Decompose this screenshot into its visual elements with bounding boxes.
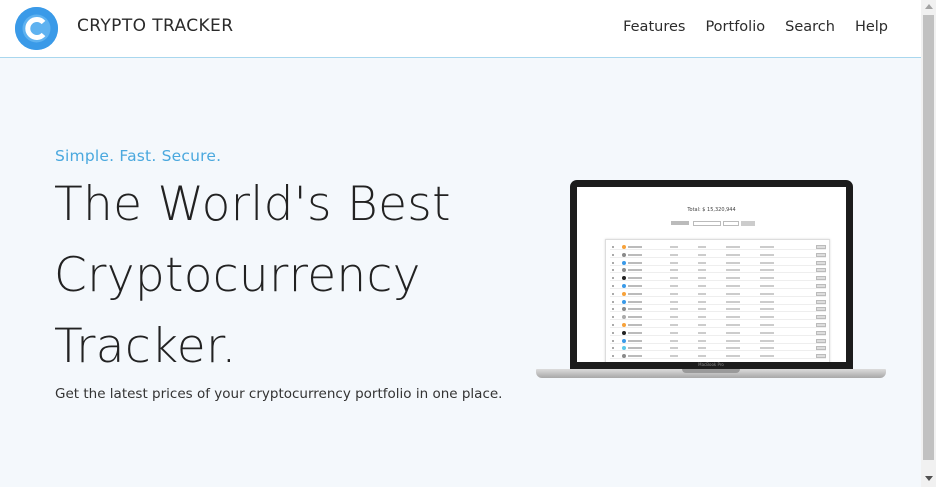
- scroll-down-arrow-icon[interactable]: [925, 476, 933, 481]
- brand-name[interactable]: CRYPTO TRACKER: [77, 16, 233, 36]
- mockup-table-row: [610, 330, 826, 336]
- mockup-total-text: Total: $ 15,320,944: [687, 207, 736, 213]
- hero-section: Simple. Fast. Secure. The World's Best C…: [0, 59, 921, 487]
- scroll-up-arrow-icon[interactable]: [925, 4, 933, 9]
- mockup-table-row: [610, 252, 826, 258]
- laptop-screen-bezel: Total: $ 15,320,944: [570, 180, 853, 369]
- mockup-table-row: [610, 353, 826, 360]
- laptop-notch: [682, 369, 740, 373]
- mockup-table-row: [610, 322, 826, 328]
- mockup-table-row: [610, 291, 826, 297]
- mockup-table-row: [610, 306, 826, 313]
- mockup-table-row: [610, 314, 826, 321]
- laptop-mockup-image: Total: $ 15,320,944 MacBook Pro: [536, 180, 886, 385]
- laptop-model-label: MacBook Pro: [698, 362, 724, 367]
- hero-tagline: Simple. Fast. Secure.: [55, 147, 222, 165]
- mockup-table-row: [610, 267, 826, 274]
- nav-link-portfolio[interactable]: Portfolio: [705, 19, 765, 35]
- scroll-thumb[interactable]: [923, 15, 934, 460]
- mockup-table-row: [610, 260, 826, 266]
- nav-link-search[interactable]: Search: [785, 19, 835, 35]
- page-scrollbar[interactable]: [921, 0, 936, 487]
- navbar: CRYPTO TRACKER Features Portfolio Search…: [0, 0, 921, 58]
- hero-subtext: Get the latest prices of your cryptocurr…: [55, 386, 503, 402]
- mockup-table-row: [610, 283, 826, 289]
- nav-links: Features Portfolio Search Help: [623, 19, 888, 35]
- mockup-table-row: [610, 345, 826, 352]
- mockup-table-row: [610, 244, 826, 250]
- mockup-table-row: [610, 275, 826, 282]
- mockup-table-row: [610, 299, 826, 305]
- laptop-screen: Total: $ 15,320,944: [577, 187, 846, 362]
- mockup-add-coin-form: [671, 221, 757, 226]
- nav-link-features[interactable]: Features: [623, 19, 685, 35]
- hero-headline: The World's Best Cryptocurrency Tracker.: [54, 177, 451, 374]
- mockup-portfolio-table: [605, 239, 830, 362]
- letter-c-logo-icon[interactable]: [15, 7, 58, 50]
- mockup-table-row: [610, 338, 826, 344]
- laptop-base: [536, 369, 886, 378]
- nav-link-help[interactable]: Help: [855, 19, 888, 35]
